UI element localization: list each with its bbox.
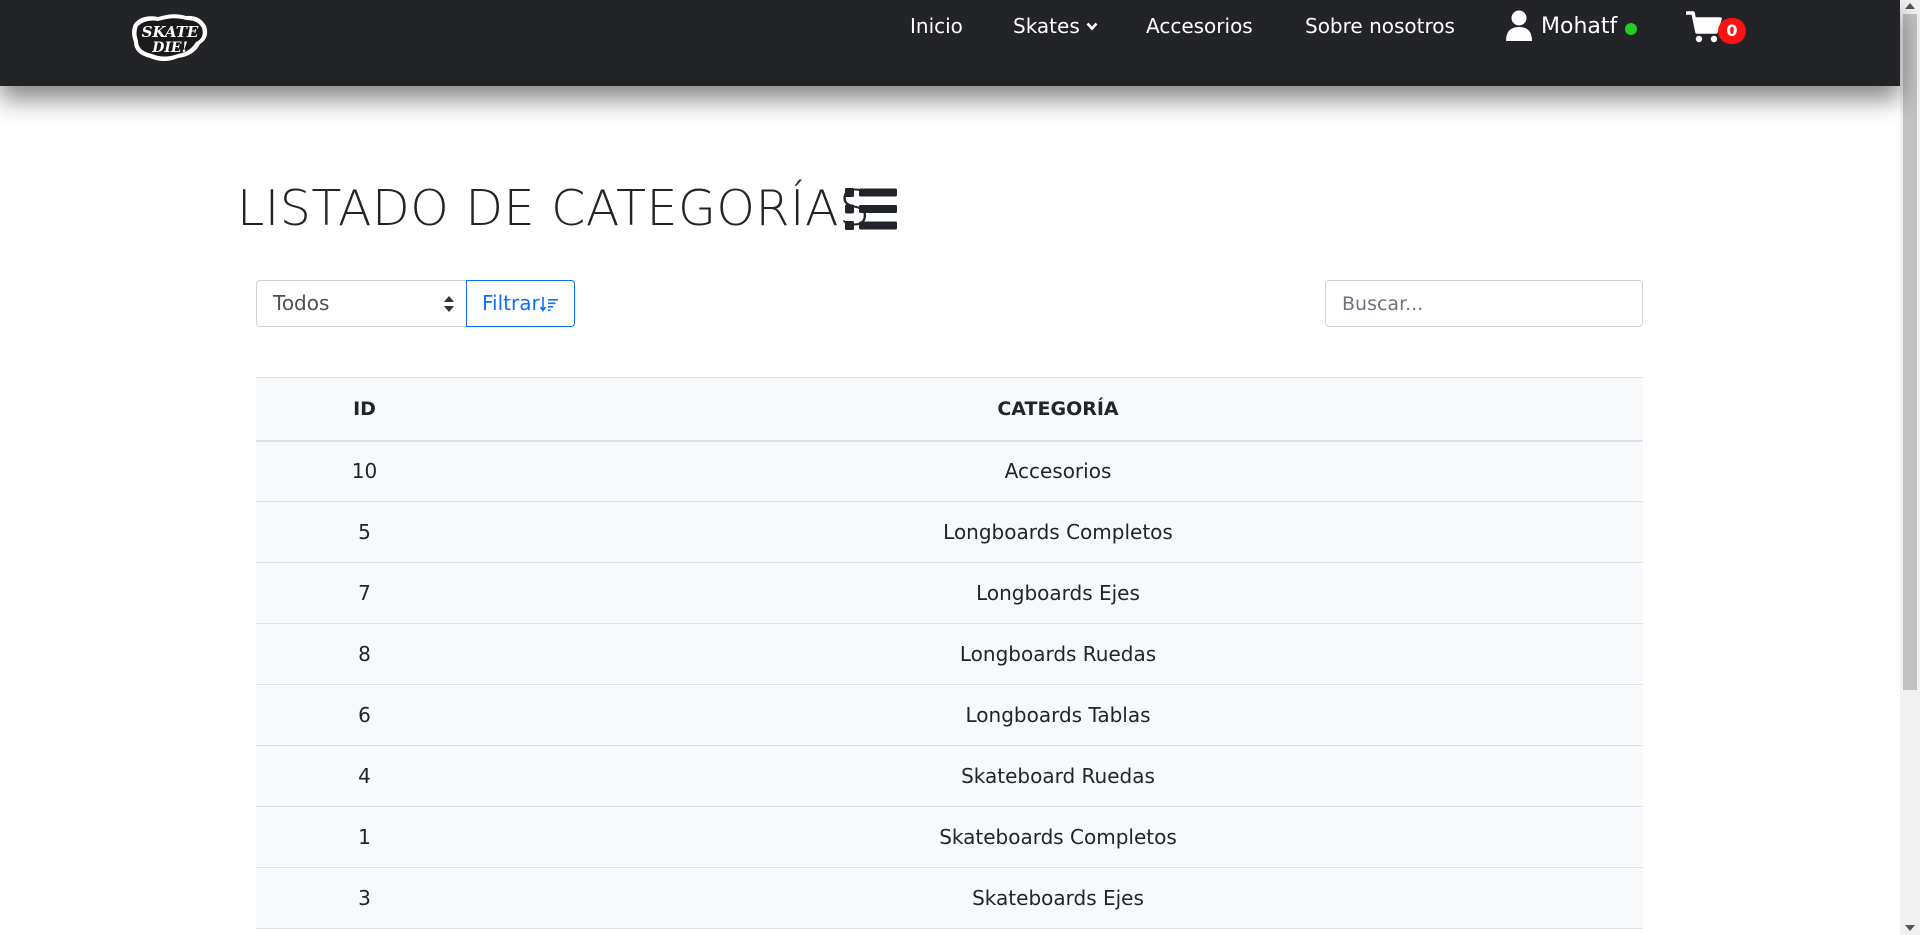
nav-skates-label: Skates [1013, 14, 1080, 38]
list-icon [845, 188, 897, 230]
categories-table: ID CATEGORÍA 10 Accesorios 5 Longboards … [256, 377, 1643, 929]
svg-text:DIE!: DIE! [151, 40, 188, 56]
page-title: LISTADO DE CATEGORÍAS [237, 180, 871, 237]
cell-categoria: Skateboards Ejes [473, 867, 1643, 929]
cell-categoria: Longboards Completos [473, 501, 1643, 563]
cell-id: 4 [256, 745, 473, 807]
filter-button[interactable]: Filtrar [466, 280, 575, 327]
select-arrows-icon [444, 296, 454, 312]
svg-text:SKATE: SKATE [142, 23, 199, 41]
user-icon [1506, 10, 1532, 41]
cell-id: 6 [256, 684, 473, 746]
nav-accesorios[interactable]: Accesorios [1146, 14, 1253, 38]
table-row[interactable]: 4 Skateboard Ruedas [256, 745, 1643, 807]
table-row[interactable]: 3 Skateboards Ejes [256, 867, 1643, 929]
cell-categoria: Longboards Ejes [473, 562, 1643, 624]
navbar: SKATE DIE! Inicio Skates Accesorios Sobr… [0, 0, 1900, 86]
column-header-id[interactable]: ID [256, 377, 473, 442]
user-name: Mohatf [1541, 13, 1618, 39]
cell-id: 7 [256, 562, 473, 624]
cell-categoria: Skateboards Completos [473, 806, 1643, 868]
scroll-up-arrow-icon[interactable] [1905, 3, 1915, 9]
table-row[interactable]: 10 Accesorios [256, 440, 1643, 502]
page: SKATE DIE! Inicio Skates Accesorios Sobr… [0, 0, 1920, 935]
table-header-row: ID CATEGORÍA [256, 377, 1643, 442]
nav-skates-dropdown[interactable]: Skates [1013, 14, 1098, 38]
search-input[interactable] [1325, 280, 1643, 327]
user-menu[interactable]: Mohatf [1505, 8, 1638, 44]
cell-categoria: Longboards Ruedas [473, 623, 1643, 685]
cell-id: 10 [256, 440, 473, 502]
filter-button-label: Filtrar [482, 291, 540, 315]
category-filter-select[interactable]: Todos [256, 280, 467, 327]
table-row[interactable]: 6 Longboards Tablas [256, 684, 1643, 746]
skate-or-die-logo[interactable]: SKATE DIE! [128, 10, 212, 66]
nav-sobre-nosotros[interactable]: Sobre nosotros [1305, 14, 1455, 38]
scroll-down-arrow-icon[interactable] [1905, 925, 1915, 931]
select-value: Todos [273, 291, 330, 315]
table-row[interactable]: 5 Longboards Completos [256, 501, 1643, 563]
cell-id: 1 [256, 806, 473, 868]
chevron-down-icon [1086, 22, 1098, 31]
table-row[interactable]: 8 Longboards Ruedas [256, 623, 1643, 685]
nav-inicio[interactable]: Inicio [910, 14, 963, 38]
cart-button[interactable]: 0 [1686, 8, 1754, 48]
table-row[interactable]: 1 Skateboards Completos [256, 806, 1643, 868]
scrollbar-thumb[interactable] [1903, 14, 1917, 690]
column-header-categoria[interactable]: CATEGORÍA [473, 377, 1643, 442]
cell-id: 8 [256, 623, 473, 685]
cart-icon [1686, 11, 1722, 43]
sort-amount-down-icon [539, 297, 558, 312]
table-row[interactable]: 7 Longboards Ejes [256, 562, 1643, 624]
cell-categoria: Skateboard Ruedas [473, 745, 1643, 807]
cell-categoria: Accesorios [473, 440, 1643, 502]
cell-id: 3 [256, 867, 473, 929]
cart-count-badge: 0 [1718, 18, 1746, 44]
cell-categoria: Longboards Tablas [473, 684, 1643, 746]
cell-id: 5 [256, 501, 473, 563]
online-status-dot [1625, 23, 1638, 35]
